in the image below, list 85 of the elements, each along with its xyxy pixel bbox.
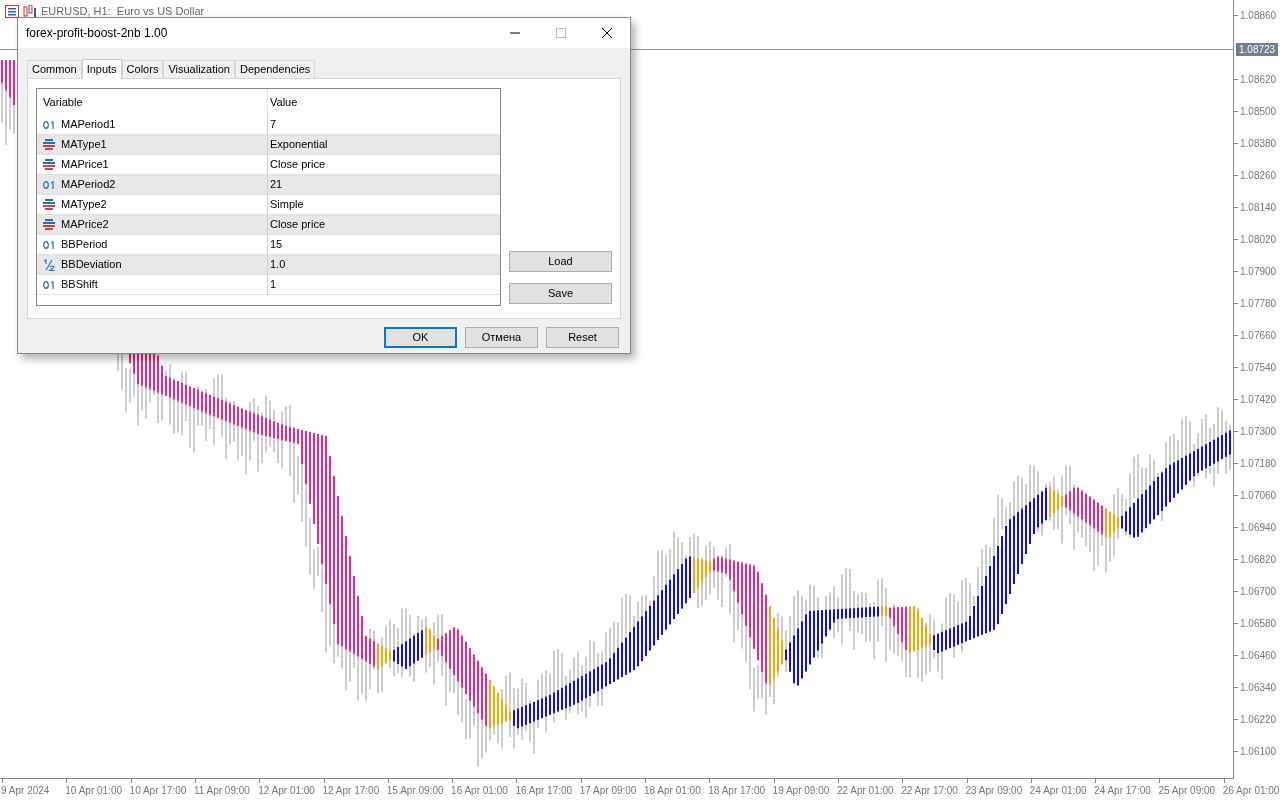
dialog-button[interactable]: OK [384, 327, 457, 348]
time-label: 16 Apr 17:00 [515, 784, 573, 798]
price-label: 1.06940 [1240, 521, 1277, 535]
variable-value[interactable]: 1.0 [268, 256, 286, 273]
price-label: 1.07060 [1240, 489, 1277, 503]
time-label: 22 Apr 01:00 [836, 784, 894, 798]
time-label: 12 Apr 17:00 [322, 784, 380, 798]
price-label: 1.07300 [1240, 425, 1277, 439]
integer-icon [43, 180, 55, 189]
variable-value[interactable]: 21 [268, 176, 283, 193]
price-label: 1.06820 [1240, 553, 1277, 567]
price-label: 1.08860 [1240, 9, 1277, 23]
integer-icon [43, 240, 55, 249]
time-label: 18 Apr 17:00 [708, 784, 765, 798]
time-label: 12 Apr 01:00 [258, 784, 315, 798]
variable-name: BBShift [61, 277, 98, 293]
menu-list-icon[interactable] [5, 4, 19, 18]
variable-value[interactable]: 15 [268, 236, 283, 253]
time-label: 10 Apr 17:00 [129, 784, 187, 798]
time-label: 24 Apr 17:00 [1094, 784, 1151, 798]
price-label: 1.07540 [1240, 361, 1277, 375]
price-label: 1.06700 [1240, 585, 1277, 599]
list-icon [43, 199, 55, 210]
price-label: 1.07420 [1240, 393, 1277, 407]
variable-value[interactable]: Close price [268, 156, 326, 173]
tab[interactable]: Visualization [163, 60, 235, 78]
variable-name: MAType2 [61, 197, 107, 213]
price-label: 1.07180 [1240, 457, 1277, 471]
candles-icon[interactable] [23, 4, 37, 18]
tab[interactable]: Dependencies [234, 60, 316, 78]
time-label: 10 Apr 01:00 [65, 784, 122, 798]
price-label: 1.08380 [1240, 137, 1277, 151]
price-label: 1.08260 [1240, 169, 1277, 183]
price-label: 1.07660 [1240, 329, 1277, 343]
dialog-button[interactable]: Reset [546, 327, 619, 348]
integer-icon [43, 120, 55, 129]
window-title: forex-profit-boost-2nb 1.00 [26, 25, 169, 42]
current-price-label: 1.08723 [1236, 43, 1279, 56]
fraction-icon [43, 258, 55, 271]
price-label: 1.08500 [1240, 105, 1277, 119]
time-label: 26 Apr 01:00 [1222, 784, 1280, 798]
variable-value[interactable]: Exponential [268, 136, 328, 153]
variable-value[interactable]: Close price [268, 216, 326, 233]
list-icon [43, 139, 55, 150]
variable-name: MAPeriod1 [61, 117, 116, 133]
side-button[interactable]: Save [509, 283, 612, 304]
price-label: 1.06580 [1240, 617, 1277, 631]
time-label: 25 Apr 09:00 [1158, 784, 1216, 798]
variable-name: BBPeriod [61, 237, 108, 253]
price-label: 1.08620 [1240, 73, 1277, 87]
dialog-button[interactable]: Отмена [465, 327, 538, 348]
price-label: 1.06220 [1240, 713, 1277, 727]
tab[interactable]: Colors [121, 60, 164, 78]
price-label: 1.06100 [1240, 745, 1277, 759]
price-label: 1.08140 [1240, 201, 1277, 215]
time-label: 17 Apr 09:00 [579, 784, 637, 798]
column-header: Value [269, 94, 298, 110]
variable-name: MAPrice1 [61, 157, 109, 173]
time-label: 11 Apr 09:00 [193, 784, 250, 798]
variable-name: MAType1 [61, 137, 107, 153]
time-label: 18 Apr 01:00 [644, 784, 701, 798]
time-label: 15 Apr 09:00 [386, 784, 444, 798]
variable-name: MAPrice2 [61, 217, 109, 233]
list-icon [43, 159, 55, 170]
price-label: 1.07780 [1240, 297, 1277, 311]
variable-value[interactable]: Simple [268, 196, 304, 213]
price-label: 1.08020 [1240, 233, 1277, 247]
time-label: 19 Apr 09:00 [772, 784, 830, 798]
price-label: 1.07900 [1240, 265, 1277, 279]
variable-name: MAPeriod2 [61, 177, 116, 193]
variable-value[interactable]: 1 [268, 276, 277, 293]
integer-icon [43, 280, 55, 289]
variable-name: BBDeviation [61, 257, 122, 273]
time-label: 22 Apr 17:00 [901, 784, 958, 798]
side-button[interactable]: Load [509, 251, 612, 272]
time-label: 9 Apr 2024 [1, 784, 50, 798]
price-label: 1.06460 [1240, 649, 1277, 663]
variable-value[interactable]: 7 [268, 116, 277, 133]
time-label: 23 Apr 09:00 [965, 784, 1023, 798]
price-label: 1.06340 [1240, 681, 1277, 695]
time-label: 16 Apr 01:00 [451, 784, 508, 798]
list-icon [43, 219, 55, 230]
time-label: 24 Apr 01:00 [1029, 784, 1087, 798]
tab[interactable]: Common [27, 60, 82, 78]
tab[interactable]: Inputs [81, 59, 122, 79]
